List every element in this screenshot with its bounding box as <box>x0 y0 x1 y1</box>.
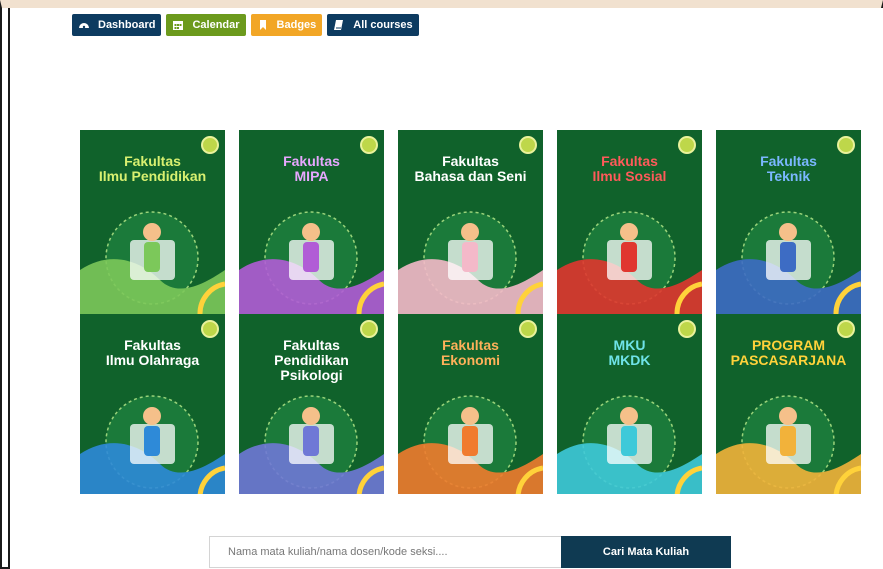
faculty-card[interactable]: Fakultas Ekonomi <box>398 314 543 494</box>
faculty-title-line2: Ilmu Pendidikan <box>98 168 207 184</box>
faculty-card[interactable]: Fakultas Ilmu Pendidikan <box>80 130 225 314</box>
faculty-title-line3: Psikologi <box>280 367 343 383</box>
course-search: Cari Mata Kuliah <box>209 536 731 568</box>
faculty-title: Fakultas Ilmu Olahraga <box>80 338 225 368</box>
faculty-illustration <box>239 384 384 494</box>
all-courses-label: All courses <box>353 19 413 31</box>
faculty-title-line1: Fakultas <box>283 153 340 169</box>
calendar-button[interactable]: Calendar <box>166 14 246 36</box>
faculty-title: Fakultas Pendidikan Psikologi <box>239 338 384 383</box>
calendar-icon <box>172 19 184 31</box>
faculty-title-line2: MKDK <box>608 352 651 368</box>
faculty-title-line1: Fakultas <box>442 337 499 353</box>
faculty-title: Fakultas Teknik <box>716 154 861 184</box>
faculty-title: Fakultas Ekonomi <box>398 338 543 368</box>
faculty-card[interactable]: MKU MKDK <box>557 314 702 494</box>
faculty-title-line2: Ekonomi <box>440 352 501 368</box>
search-input[interactable] <box>209 536 561 568</box>
faculty-title-line1: Fakultas <box>601 153 658 169</box>
faculty-card[interactable]: PROGRAM PASCASARJANA <box>716 314 861 494</box>
dashboard-button[interactable]: Dashboard <box>72 14 162 36</box>
faculty-illustration <box>398 200 543 314</box>
search-button[interactable]: Cari Mata Kuliah <box>561 536 731 568</box>
faculty-title-line1: Fakultas <box>124 153 181 169</box>
faculty-title-line1: Fakultas <box>283 337 340 353</box>
faculty-illustration <box>716 200 861 314</box>
faculty-title-line2: Pendidikan <box>274 352 349 368</box>
faculty-card[interactable]: Fakultas Ilmu Olahraga <box>80 314 225 494</box>
faculty-illustration <box>80 200 225 314</box>
all-courses-button[interactable]: All courses <box>327 14 419 36</box>
faculty-logo-icon <box>678 136 696 154</box>
faculty-title-line2: Ilmu Sosial <box>592 168 667 184</box>
faculty-illustration <box>239 200 384 314</box>
faculty-title-line1: MKU <box>613 337 646 353</box>
bookmark-icon <box>257 19 269 31</box>
faculty-illustration <box>80 384 225 494</box>
book-icon <box>333 19 345 31</box>
top-navigation: Dashboard Calendar Badges All courses <box>72 14 419 36</box>
faculty-title: MKU MKDK <box>557 338 702 368</box>
faculty-card[interactable]: Fakultas Pendidikan Psikologi <box>239 314 384 494</box>
faculty-title-line1: Fakultas <box>760 153 817 169</box>
badges-label: Badges <box>276 19 317 31</box>
faculty-title-line2: PASCASARJANA <box>730 352 847 368</box>
calendar-label: Calendar <box>192 19 240 31</box>
faculty-illustration <box>716 384 861 494</box>
faculty-logo-icon <box>519 320 537 338</box>
faculty-card[interactable]: Fakultas MIPA <box>239 130 384 314</box>
faculty-logo-icon <box>360 320 378 338</box>
faculty-logo-icon <box>837 136 855 154</box>
faculty-card[interactable]: Fakultas Ilmu Sosial <box>557 130 702 314</box>
dashboard-icon <box>78 19 90 31</box>
faculty-title: Fakultas Bahasa dan Seni <box>398 154 543 184</box>
faculty-card[interactable]: Fakultas Teknik <box>716 130 861 314</box>
faculty-title-line2: Teknik <box>766 168 811 184</box>
faculty-logo-icon <box>201 136 219 154</box>
faculty-title: PROGRAM PASCASARJANA <box>716 338 861 368</box>
faculty-title: Fakultas Ilmu Pendidikan <box>80 154 225 184</box>
faculty-logo-icon <box>360 136 378 154</box>
faculty-title-line1: Fakultas <box>124 337 181 353</box>
faculty-title-line2: MIPA <box>294 168 329 184</box>
faculty-illustration <box>398 384 543 494</box>
faculty-illustration <box>557 384 702 494</box>
faculty-title-line2: Bahasa dan Seni <box>414 168 527 184</box>
faculty-title-line2: Ilmu Olahraga <box>105 352 200 368</box>
faculty-title: Fakultas Ilmu Sosial <box>557 154 702 184</box>
dashboard-label: Dashboard <box>98 19 156 31</box>
faculty-card[interactable]: Fakultas Bahasa dan Seni <box>398 130 543 314</box>
faculty-logo-icon <box>201 320 219 338</box>
faculty-grid: Fakultas Ilmu Pendidikan Fakultas MIPA Fakul… <box>80 130 861 494</box>
faculty-illustration <box>557 200 702 314</box>
badges-button[interactable]: Badges <box>250 14 323 36</box>
faculty-logo-icon <box>678 320 696 338</box>
faculty-logo-icon <box>519 136 537 154</box>
faculty-title: Fakultas MIPA <box>239 154 384 184</box>
faculty-title-line1: PROGRAM <box>751 337 826 353</box>
faculty-title-line1: Fakultas <box>442 153 499 169</box>
faculty-logo-icon <box>837 320 855 338</box>
